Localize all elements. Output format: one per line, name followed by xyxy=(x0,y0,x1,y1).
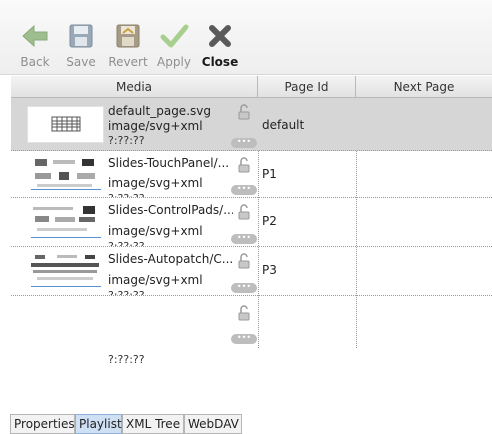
toolbar: Back Save Revert Apply Close xyxy=(0,0,492,75)
checkmark-icon xyxy=(160,24,189,48)
more-button[interactable]: ••• xyxy=(231,283,257,293)
more-button[interactable]: ••• xyxy=(231,234,257,244)
revert-label: Revert xyxy=(108,55,148,69)
table-row[interactable]: Slides-Autopatch/C... image/svg+xml ?:??… xyxy=(11,247,492,296)
table-row[interactable]: Slides-TouchPanel/... image/svg+xml ?:??… xyxy=(11,151,492,198)
column-separator xyxy=(258,151,259,348)
more-button[interactable]: ••• xyxy=(231,138,257,148)
tab-properties[interactable]: Properties xyxy=(10,414,75,434)
tab-playlist[interactable]: Playlist xyxy=(75,414,122,434)
page-id-value[interactable]: P2 xyxy=(262,214,277,228)
media-name: Slides-Autopatch/C... xyxy=(108,252,233,266)
media-duration: ?:??:?? xyxy=(108,134,145,147)
slide-thumbnail-icon xyxy=(31,159,101,190)
slide-thumbnail-icon xyxy=(31,206,101,238)
table-row[interactable]: Slides-ControlPads/... image/svg+xml ?:?… xyxy=(11,198,492,247)
page-id-value[interactable]: P1 xyxy=(262,167,277,181)
media-duration: ?:??:?? xyxy=(108,353,145,366)
page-id-value[interactable]: P3 xyxy=(262,263,277,277)
media-type: image/svg+xml xyxy=(108,119,203,133)
slide-thumbnail-icon xyxy=(31,255,101,287)
grid-thumbnail-icon xyxy=(51,116,81,132)
column-separator xyxy=(356,151,357,348)
back-button[interactable]: Back xyxy=(13,20,57,69)
more-button[interactable]: ••• xyxy=(231,334,257,344)
media-type: image/svg+xml xyxy=(108,273,203,287)
thumbnail xyxy=(27,204,104,241)
thumbnail xyxy=(27,253,104,290)
unlock-icon[interactable] xyxy=(238,305,250,321)
media-name: Slides-ControlPads/... xyxy=(108,203,233,217)
media-duration: ?:??:?? xyxy=(108,192,145,197)
revert-button[interactable]: Revert xyxy=(106,20,150,69)
apply-button[interactable]: Apply xyxy=(152,20,196,69)
column-header-page-id[interactable]: Page Id xyxy=(258,76,356,98)
media-type: image/svg+xml xyxy=(108,224,203,238)
thumbnail xyxy=(27,106,104,143)
save-disk-icon xyxy=(69,24,93,48)
media-name: Slides-TouchPanel/... xyxy=(108,156,230,170)
close-label: Close xyxy=(201,55,239,69)
unlock-icon[interactable] xyxy=(238,104,250,120)
back-label: Back xyxy=(20,55,50,69)
thumbnail xyxy=(27,156,104,193)
tab-xml-tree[interactable]: XML Tree xyxy=(122,414,184,434)
unlock-icon[interactable] xyxy=(238,204,250,220)
page-id-value[interactable]: default xyxy=(262,118,304,132)
tab-webdav[interactable]: WebDAV xyxy=(184,414,242,434)
column-header-media[interactable]: Media xyxy=(11,76,258,98)
table-row[interactable]: ••• ?:??:?? xyxy=(11,296,492,366)
save-label: Save xyxy=(66,55,96,69)
close-button[interactable]: Close xyxy=(198,20,242,69)
close-x-icon xyxy=(209,25,231,47)
back-arrow-icon xyxy=(22,24,48,48)
apply-label: Apply xyxy=(157,55,191,69)
column-header-next-page[interactable]: Next Page xyxy=(356,76,492,98)
unlock-icon[interactable] xyxy=(238,157,250,173)
unlock-icon[interactable] xyxy=(238,253,250,269)
media-name: default_page.svg xyxy=(108,104,211,118)
more-button[interactable]: ••• xyxy=(231,185,257,195)
save-button[interactable]: Save xyxy=(59,20,103,69)
media-duration: ?:??:?? xyxy=(108,289,145,295)
media-duration: ?:??:?? xyxy=(108,240,145,246)
revert-disk-icon xyxy=(116,24,140,48)
table-row[interactable]: default_page.svg image/svg+xml ?:??:?? •… xyxy=(11,98,492,151)
media-type: image/svg+xml xyxy=(108,176,203,190)
